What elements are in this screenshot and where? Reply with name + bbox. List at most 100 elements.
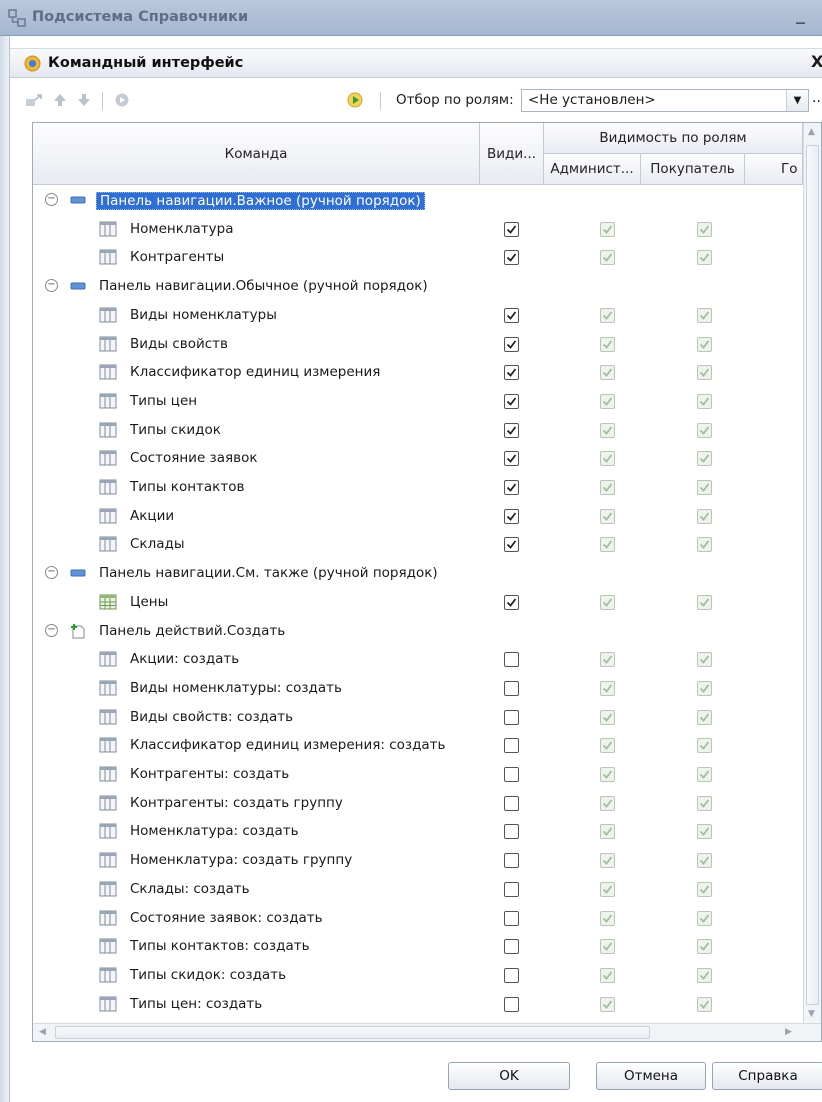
collapse-icon[interactable]: − (45, 623, 58, 637)
visibility-checkbox[interactable] (504, 336, 519, 352)
horizontal-scrollbar[interactable]: ◀ ▶ (33, 1023, 821, 1041)
visibility-checkbox[interactable] (504, 365, 519, 381)
group-row[interactable]: − Панель навигации.Обычное (ручной порядо… (33, 272, 803, 301)
move-to-group-button[interactable] (24, 90, 44, 110)
command-row[interactable]: Номенклатура: создать группу (33, 846, 803, 875)
command-row[interactable]: Номенклатура: создать (33, 817, 803, 846)
command-row[interactable]: Типы цен (33, 387, 803, 416)
collapse-icon[interactable]: − (45, 566, 58, 580)
visibility-checkbox[interactable] (504, 967, 519, 983)
command-row[interactable]: Типы контактов (33, 473, 803, 502)
visibility-checkbox[interactable] (504, 393, 519, 409)
visibility-checkbox[interactable] (504, 307, 519, 323)
horizontal-scroll-thumb[interactable] (55, 1026, 650, 1039)
command-row[interactable]: Номенклатура (33, 215, 803, 244)
visibility-checkbox[interactable] (504, 738, 519, 754)
command-row[interactable]: Типы контактов: создать (33, 932, 803, 961)
catalog-icon (99, 881, 117, 897)
column-header-role-admin[interactable]: Админист... (544, 154, 641, 185)
command-row[interactable]: Контрагенты (33, 243, 803, 272)
catalog-icon (99, 795, 117, 811)
collapse-icon[interactable]: − (45, 193, 58, 206)
command-row[interactable]: Акции: создать (33, 645, 803, 674)
command-row[interactable]: Классификатор единиц измерения: создать (33, 731, 803, 760)
command-row[interactable]: Состояние заявок (33, 444, 803, 473)
visibility-checkbox[interactable] (504, 451, 519, 467)
command-row[interactable]: Контрагенты: создать группу (33, 789, 803, 818)
minimize-button[interactable]: _ (796, 4, 805, 25)
command-row[interactable]: Виды свойств: создать (33, 703, 803, 732)
collapse-icon[interactable]: − (45, 279, 58, 293)
visibility-checkbox[interactable] (504, 652, 519, 668)
chevron-down-icon[interactable]: ▼ (786, 90, 808, 111)
command-label: Контрагенты: создать группу (130, 794, 343, 811)
visibility-checkbox[interactable] (504, 939, 519, 955)
role-admin-checkbox (600, 652, 615, 668)
column-header-visibility[interactable]: Види... (480, 123, 544, 185)
visibility-checkbox[interactable] (504, 709, 519, 725)
checkmark-icon (602, 885, 613, 894)
visibility-checkbox[interactable] (504, 480, 519, 495)
scroll-down-icon[interactable]: ▼ (808, 1009, 815, 1019)
apply-filter-button[interactable] (346, 90, 366, 110)
command-row[interactable]: Классификатор единиц измерения (33, 358, 803, 387)
visibility-checkbox[interactable] (504, 910, 519, 926)
command-row[interactable]: Виды свойств (33, 330, 803, 359)
visibility-checkbox[interactable] (504, 996, 519, 1012)
column-header-role-guest[interactable]: Го (745, 154, 803, 185)
checkmark-icon (699, 827, 710, 837)
command-row[interactable]: Типы скидок (33, 416, 803, 445)
role-buyer-checkbox (697, 910, 712, 926)
catalog-icon (99, 307, 117, 323)
visibility-checkbox[interactable] (504, 422, 519, 438)
vertical-scroll-thumb[interactable] (806, 145, 819, 1005)
filter-more-button[interactable]: ... (812, 90, 822, 106)
command-row[interactable]: Склады (33, 530, 803, 559)
group-row[interactable]: − Панель навигации.См. также (ручной поря… (33, 559, 803, 588)
visibility-checkbox[interactable] (504, 881, 519, 897)
column-header-role-buyer[interactable]: Покупатель (641, 154, 745, 185)
command-row[interactable]: Виды номенклатуры: создать (33, 674, 803, 703)
command-row[interactable]: Состояние заявок: создать (33, 904, 803, 933)
command-row[interactable]: Цены (33, 588, 803, 617)
visibility-checkbox[interactable] (504, 795, 519, 811)
default-button[interactable] (112, 90, 132, 110)
role-filter-select[interactable]: <Не установлен> ▼ (521, 89, 809, 112)
scroll-up-icon[interactable]: ▲ (808, 127, 815, 137)
visibility-checkbox[interactable] (504, 250, 519, 266)
checkmark-icon (602, 454, 613, 464)
command-row[interactable]: Виды номенклатуры (33, 301, 803, 330)
group-row[interactable]: − Панель навигации.Важное (ручной порядок… (33, 186, 803, 215)
visibility-checkbox[interactable] (504, 767, 519, 782)
ok-button[interactable]: OK (448, 1062, 570, 1090)
command-row[interactable]: Типы скидок: создать (33, 961, 803, 990)
command-row[interactable]: Контрагенты: создать (33, 760, 803, 789)
scroll-right-icon[interactable]: ▶ (785, 1027, 792, 1037)
visibility-checkbox[interactable] (504, 853, 519, 869)
scroll-left-icon[interactable]: ◀ (39, 1027, 46, 1037)
visibility-checkbox[interactable] (504, 824, 519, 840)
close-button[interactable]: X (811, 52, 822, 71)
visibility-checkbox[interactable] (504, 221, 519, 237)
visibility-checkbox[interactable] (504, 508, 519, 524)
role-admin-checkbox (600, 680, 615, 696)
vertical-scrollbar[interactable]: ▲ ▼ (803, 123, 821, 1023)
help-button[interactable]: Справка (712, 1062, 822, 1090)
visibility-checkbox[interactable] (504, 594, 519, 610)
command-row[interactable]: Акции (33, 502, 803, 531)
group-label: Панель навигации.Обычное (ручной порядок… (99, 278, 428, 295)
command-row[interactable]: Склады: создать (33, 875, 803, 904)
column-header-command[interactable]: Команда (33, 123, 480, 185)
visibility-checkbox[interactable] (504, 537, 519, 553)
group-row[interactable]: − Панель действий.Создать (33, 617, 803, 646)
role-buyer-checkbox (697, 853, 712, 869)
move-up-button[interactable] (50, 90, 70, 110)
visibility-checkbox[interactable] (504, 680, 519, 696)
catalog-icon (99, 479, 117, 495)
dialog-title-bar: Командный интерфейс X (10, 48, 822, 78)
move-down-button[interactable] (74, 90, 94, 110)
cancel-button[interactable]: Отмена (596, 1062, 706, 1090)
checkmark-icon (699, 741, 710, 751)
role-admin-checkbox (600, 537, 615, 553)
command-row[interactable]: Типы цен: создать (33, 990, 803, 1019)
